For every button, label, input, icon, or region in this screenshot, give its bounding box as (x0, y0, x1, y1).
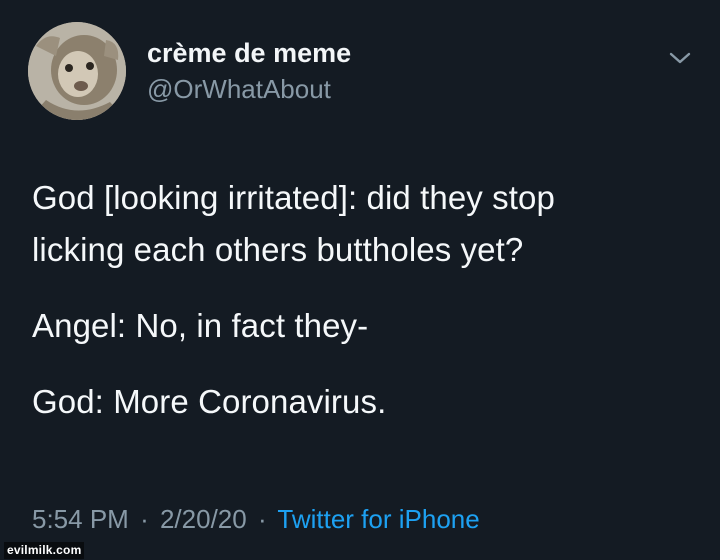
tweet-card: crème de meme @OrWhatAbout God [looking … (0, 0, 720, 560)
tweet-metadata: 5:54 PM · 2/20/20 · Twitter for iPhone (32, 504, 480, 535)
tweet-text-line: God [looking irritated]: did they stop (32, 179, 555, 216)
chevron-down-icon[interactable] (668, 48, 692, 68)
tweet-date[interactable]: 2/20/20 (160, 504, 247, 534)
tweet-text: God [looking irritated]: did they stop l… (32, 172, 692, 428)
site-watermark: evilmilk.com (4, 542, 85, 559)
tweet-text-line: licking each others buttholes yet? (32, 231, 524, 268)
author-display-name[interactable]: crème de meme (147, 38, 351, 69)
tweet-text-line: God: More Coronavirus. (32, 383, 387, 420)
author-avatar[interactable] (28, 22, 126, 120)
author-handle[interactable]: @OrWhatAbout (147, 74, 331, 105)
meta-separator: · (257, 504, 267, 534)
tweet-time[interactable]: 5:54 PM (32, 504, 129, 534)
meta-separator: · (140, 504, 149, 534)
tweet-client-link[interactable]: Twitter for iPhone (277, 504, 479, 534)
tweet-text-line: Angel: No, in fact they- (32, 307, 369, 344)
avatar-photo-icon (28, 22, 126, 120)
